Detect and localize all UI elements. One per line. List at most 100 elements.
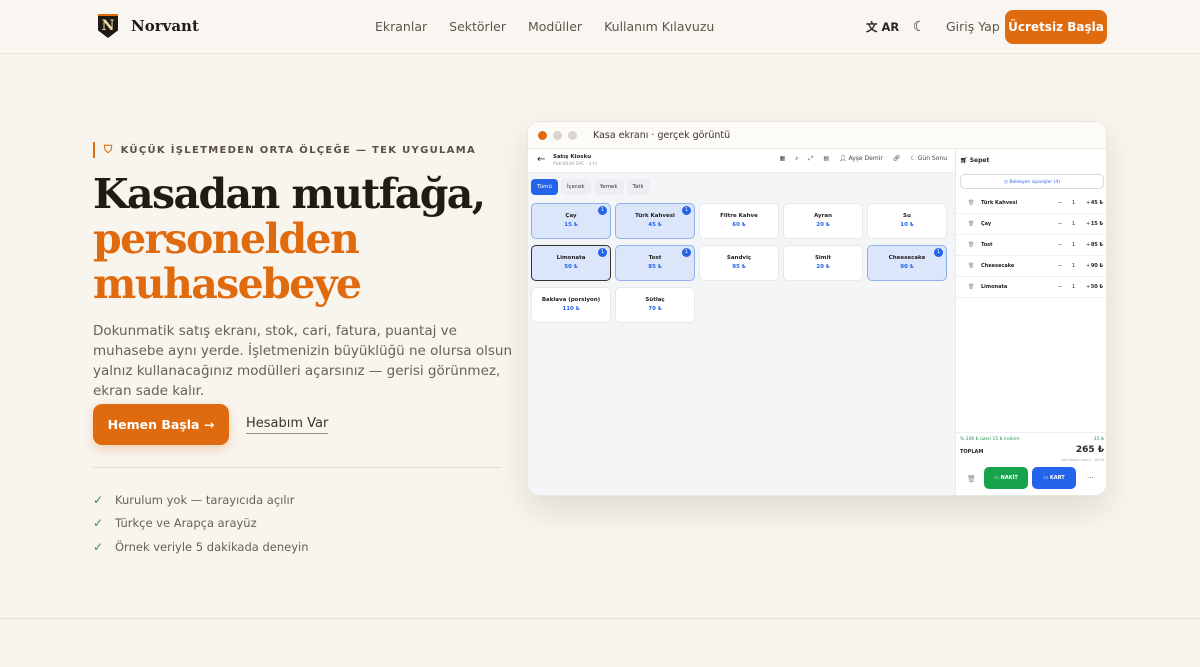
- cart-item-price: 15 ₺: [1090, 221, 1103, 227]
- product-name: Cheesecake: [888, 255, 926, 261]
- pos-header: ← Satış Kiosku PSK-0039 SPC · 3 hl ▦ ⌕ ⤢…: [528, 149, 955, 173]
- decrease-button[interactable]: −: [1058, 221, 1062, 227]
- product-tile[interactable]: Simit 20 ₺: [783, 245, 863, 281]
- back-arrow-icon[interactable]: ←: [537, 154, 545, 165]
- product-price: 95 ₺: [732, 264, 746, 270]
- trash-icon[interactable]: 🗑︎: [968, 200, 974, 206]
- have-account-link[interactable]: Hesabım Var: [246, 416, 329, 434]
- check-icon: ✓: [93, 539, 104, 554]
- trash-icon[interactable]: 🗑︎: [968, 221, 974, 227]
- decrease-button[interactable]: −: [1058, 200, 1062, 206]
- product-tile[interactable]: Limonata 50 ₺ 1: [531, 245, 611, 281]
- window-dot-close: [538, 130, 547, 140]
- trash-icon[interactable]: 🗑︎: [968, 284, 974, 290]
- language-label: AR: [881, 20, 900, 34]
- product-price: 70 ₺: [648, 306, 662, 312]
- decrease-button[interactable]: −: [1058, 242, 1062, 248]
- pending-label: Bekleyen siparişler (4): [1009, 180, 1060, 185]
- trash-icon[interactable]: 🗑︎: [968, 242, 974, 248]
- brand-logo[interactable]: N: [98, 14, 118, 38]
- product-tile[interactable]: Tost 85 ₺ 1: [615, 245, 695, 281]
- increase-button[interactable]: +: [1086, 284, 1090, 290]
- card-pay-button[interactable]: ▭ KART: [1032, 467, 1076, 489]
- trash-icon[interactable]: 🗑︎: [967, 475, 976, 483]
- product-name: Çay: [565, 213, 577, 219]
- translate-icon: 文: [866, 20, 878, 34]
- cash-pay-button[interactable]: ▭ NAKİT: [984, 467, 1028, 489]
- decrease-button[interactable]: −: [1058, 263, 1062, 269]
- total-label: TOPLAM: [960, 449, 984, 455]
- hero-title-accent-2: muhasebeye: [93, 260, 362, 308]
- hero-title-accent-1: personelden: [93, 215, 360, 263]
- product-price: 15 ₺: [564, 222, 578, 228]
- day-end-label: Gün Sonu: [917, 155, 947, 162]
- start-now-button[interactable]: Hemen Başla →: [93, 404, 229, 445]
- cart-item: 🗑︎ Cheesecake − 1 +90 ₺: [956, 256, 1106, 277]
- pos-preview-window: Kasa ekranı · gerçek görüntü ← Satış Kio…: [527, 121, 1107, 496]
- pending-orders-button[interactable]: ◷ Bekleyen siparişler (4): [960, 174, 1104, 189]
- hero-description: Dokunmatik satış ekranı, stok, cari, fat…: [93, 323, 513, 399]
- brand-name[interactable]: Norvant: [131, 17, 199, 35]
- cart-item-name: Türk Kahvesi: [981, 200, 1018, 206]
- increase-button[interactable]: +: [1086, 263, 1090, 269]
- calculator-icon[interactable]: ▤: [823, 155, 829, 163]
- grid-icon[interactable]: ▦: [779, 155, 785, 163]
- category-tab-drinks[interactable]: İçecek: [560, 179, 591, 195]
- category-tab-food[interactable]: Yemek: [593, 179, 624, 195]
- cart-item-qty: 1: [1072, 284, 1076, 290]
- product-price: 20 ₺: [816, 222, 830, 228]
- cart-header: 🛒︎ Sepet: [956, 149, 1106, 164]
- expand-icon[interactable]: ⤢: [809, 155, 814, 163]
- day-end-button[interactable]: ☾ Gün Sonu: [910, 155, 947, 163]
- trash-icon[interactable]: 🗑︎: [968, 263, 974, 269]
- quantity-badge: 1: [934, 248, 943, 257]
- nav-item-ekranlar[interactable]: Ekranlar: [375, 19, 427, 34]
- hero-eyebrow: ⛉ KÜÇÜK İŞLETMEDEN ORTA ÖLÇEĞE — TEK UYG…: [93, 142, 476, 158]
- product-tile[interactable]: Çay 15 ₺ 1: [531, 203, 611, 239]
- cart-item-price: 45 ₺: [1090, 200, 1103, 206]
- product-tile[interactable]: Türk Kahvesi 45 ₺ 1: [615, 203, 695, 239]
- product-tile[interactable]: Sandviç 95 ₺: [699, 245, 779, 281]
- product-tile[interactable]: Baklava (porsiyon) 110 ₺: [531, 287, 611, 323]
- cart-icon: 🛒︎: [960, 157, 968, 164]
- user-icon: 👤︎: [839, 155, 847, 162]
- product-name: Sandviç: [726, 255, 752, 261]
- product-name: Su: [903, 213, 911, 219]
- quantity-badge: 1: [682, 206, 691, 215]
- cart-item: 🗑︎ Tost − 1 +85 ₺: [956, 235, 1106, 256]
- product-price: 85 ₺: [648, 264, 662, 270]
- language-switch[interactable]: 文 AR: [866, 19, 899, 35]
- product-name: Ayran: [814, 213, 832, 219]
- product-tile[interactable]: Ayran 20 ₺: [783, 203, 863, 239]
- signup-cta-button[interactable]: Ücretsiz Başla: [1005, 10, 1107, 44]
- login-link[interactable]: Giriş Yap: [946, 19, 1000, 34]
- category-tab-all[interactable]: Tümü: [531, 179, 558, 195]
- discount-amount: -15 ₺: [1092, 437, 1104, 442]
- decrease-button[interactable]: −: [1058, 284, 1062, 290]
- more-options-icon[interactable]: ···: [1087, 474, 1094, 482]
- search-icon[interactable]: ⌕: [795, 155, 798, 163]
- product-price: 45 ₺: [648, 222, 662, 228]
- category-tab-dessert[interactable]: Tatlı: [626, 179, 650, 195]
- nav-item-moduller[interactable]: Modüller: [528, 19, 582, 34]
- product-tile[interactable]: Filtre Kahve 60 ₺: [699, 203, 779, 239]
- product-tile[interactable]: Sütlaç 70 ₺: [615, 287, 695, 323]
- theme-toggle-moon-icon[interactable]: ☾: [913, 19, 926, 35]
- window-titlebar: Kasa ekranı · gerçek görüntü: [528, 122, 1106, 149]
- increase-button[interactable]: +: [1086, 221, 1090, 227]
- pos-toolbar: ▦ ⌕ ⤢ ▤ 👤︎ Ayşe Demir 🔗︎ ☾ Gün Sonu: [779, 155, 947, 163]
- cash-label: NAKİT: [1000, 475, 1018, 481]
- cart-list: 🗑︎ Türk Kahvesi − 1 +45 ₺ 🗑︎ Çay − 1 +15 ₺ 🗑︎ Tost −…: [956, 193, 1106, 298]
- product-tile[interactable]: Cheesecake 90 ₺ 1: [867, 245, 947, 281]
- cart-item: 🗑︎ Türk Kahvesi − 1 +45 ₺: [956, 193, 1106, 214]
- nav-item-kilavuz[interactable]: Kullanım Kılavuzu: [604, 19, 714, 34]
- link-icon[interactable]: 🔗︎: [893, 155, 901, 163]
- user-chip[interactable]: 👤︎ Ayşe Demir: [839, 155, 883, 163]
- nav-item-sektorler[interactable]: Sektörler: [449, 19, 506, 34]
- increase-button[interactable]: +: [1086, 242, 1090, 248]
- product-tile[interactable]: Su 10 ₺: [867, 203, 947, 239]
- product-name: Türk Kahvesi: [635, 213, 675, 219]
- increase-button[interactable]: +: [1086, 200, 1090, 206]
- feature-checklist: ✓ Kurulum yok — tarayıcıda açılır ✓ Türkçe…: [93, 488, 309, 559]
- check-icon: ✓: [93, 492, 104, 507]
